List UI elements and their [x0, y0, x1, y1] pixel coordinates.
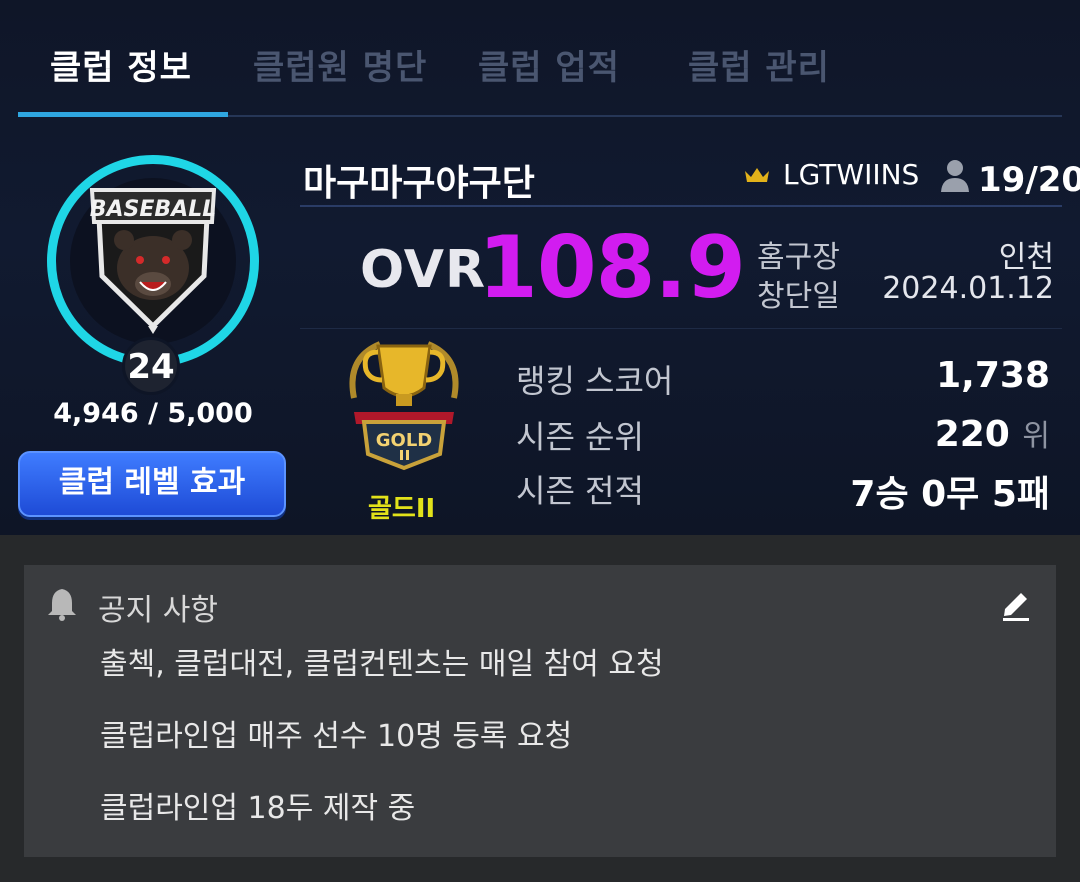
notice-panel: 공지 사항 출첵, 클럽대전, 클럽컨텐츠는 매일 참여 요청 클럽라인업 매주…	[24, 565, 1056, 857]
gold-tier-trophy-icon: GOLD	[349, 341, 459, 471]
tab-club-members[interactable]: 클럽원 명단	[253, 40, 427, 89]
edit-icon[interactable]	[1001, 587, 1031, 621]
person-icon	[941, 160, 969, 192]
notice-line-3: 클럽라인업 18두 제작 중	[100, 791, 416, 826]
active-tab-indicator	[18, 112, 228, 117]
season-record-value: 7승 0무 5패	[850, 474, 1050, 515]
season-rank-row: 220 위	[935, 411, 1050, 455]
club-exp-text: 4,946 / 5,000	[53, 398, 253, 429]
founded-date-value: 2024.01.12	[882, 271, 1054, 306]
club-emblem-icon: BASEBALL	[90, 188, 217, 334]
name-divider	[300, 205, 1062, 207]
club-level-badge: 24	[122, 337, 180, 395]
club-name: 마구마구야구단	[303, 163, 535, 204]
section-divider	[300, 328, 1062, 329]
home-stadium-value: 인천	[998, 240, 1054, 275]
emblem-text: BASEBALL	[90, 197, 217, 222]
tab-bar: 클럽 정보 클럽원 명단 클럽 업적 클럽 관리	[18, 0, 1062, 120]
tab-club-achievements[interactable]: 클럽 업적	[478, 40, 620, 89]
notice-line-1: 출첵, 클럽대전, 클럽컨텐츠는 매일 참여 요청	[100, 647, 664, 682]
tab-club-management[interactable]: 클럽 관리	[688, 40, 830, 89]
ranking-score-label: 랭킹 스코어	[516, 362, 674, 400]
tier-badge-text: GOLD	[376, 430, 433, 451]
club-leader-name: LGTWIINS	[783, 158, 920, 191]
season-record-label: 시즌 전적	[516, 472, 644, 510]
notice-title: 공지 사항	[98, 593, 218, 628]
notice-line-2: 클럽라인업 매주 선수 10명 등록 요청	[100, 719, 573, 754]
club-header-panel: 클럽 정보 클럽원 명단 클럽 업적 클럽 관리 BASEBALL 24 4,9…	[0, 0, 1080, 535]
tab-club-info[interactable]: 클럽 정보	[50, 40, 192, 89]
club-level-effect-button[interactable]: 클럽 레벨 효과	[18, 451, 286, 517]
ovr-label: OVR	[360, 240, 487, 300]
club-member-count: 19/20	[978, 160, 1080, 200]
bell-icon	[48, 589, 76, 621]
ranking-score-value: 1,738	[936, 355, 1050, 396]
home-stadium-label: 홈구장	[757, 240, 840, 275]
crown-icon	[745, 168, 769, 182]
founded-date-label: 창단일	[757, 279, 840, 314]
season-rank-value: 220	[934, 414, 1010, 455]
ovr-value: 108.9	[478, 218, 746, 318]
season-rank-label: 시즌 순위	[516, 418, 644, 456]
tier-name: 골드II	[368, 494, 436, 524]
season-rank-unit: 위	[1022, 419, 1050, 454]
